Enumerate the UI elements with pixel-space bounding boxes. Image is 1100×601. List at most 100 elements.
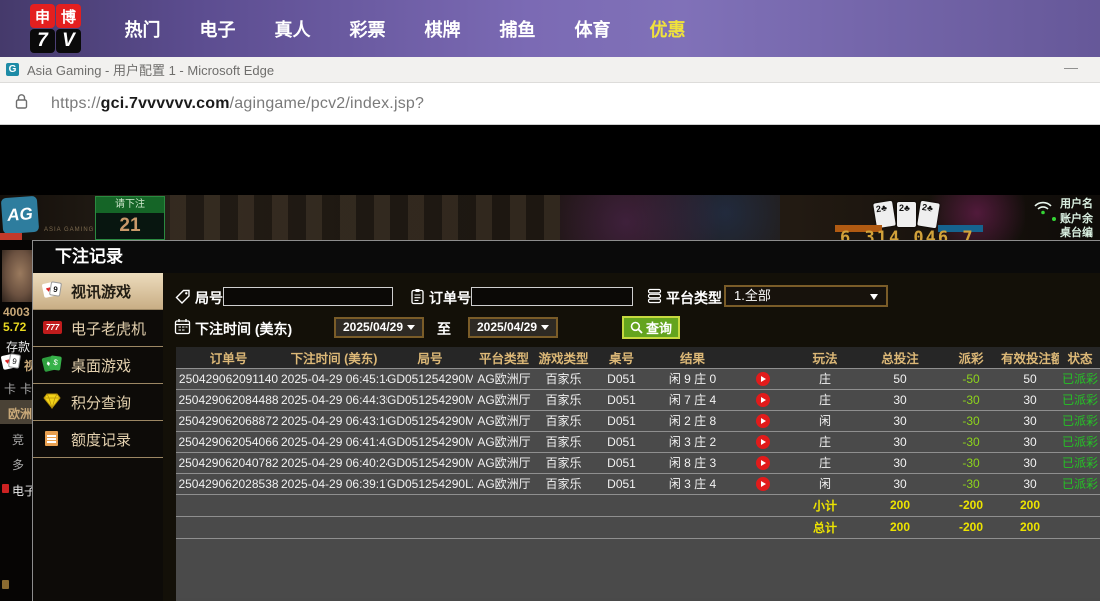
date-to-picker[interactable]: 2025/04/29 [468, 317, 558, 338]
bet-records-table: 订单号 下注时间 (美东) 局号 平台类型 游戏类型 桌号 结果 玩法 总投注 … [176, 347, 1100, 601]
logo-char: 申 [30, 4, 55, 28]
round-number-label: 局号 [195, 288, 223, 308]
balance-label: 账户余 [1060, 212, 1100, 227]
order-number-input[interactable] [471, 287, 633, 306]
menu-item-live[interactable]: 真人 [255, 16, 330, 42]
menu-item-hot[interactable]: 热门 [105, 16, 180, 42]
wifi-icon [1032, 199, 1054, 220]
table-row: 250429062028538 2025-04-29 06:39:17 GD05… [176, 473, 1100, 494]
balance-sub: 5.72 [3, 320, 26, 334]
platform-type-select[interactable]: 1.全部 [724, 285, 888, 307]
table-number-label: 桌台编 [1060, 226, 1100, 240]
modal-content: 局号 订单号 平台类型 1.全部 [163, 273, 1100, 601]
table-row: 250429062068872 2025-04-29 06:43:10 GD05… [176, 410, 1100, 431]
url-domain: gci.7vvvvvv.com [101, 95, 230, 112]
site-top-nav: 申 博 7 V 热门 电子 真人 彩票 棋牌 捕鱼 体育 优惠 [0, 0, 1100, 57]
table-games-icon: ♦$ [43, 356, 63, 374]
search-button[interactable]: 查询 [622, 316, 680, 339]
asia-gaming-logo: AG [1, 196, 39, 234]
bet-countdown: 21 [96, 213, 164, 239]
replay-button[interactable] [756, 393, 770, 407]
replay-button[interactable] [756, 456, 770, 470]
url-scheme: https:// [51, 95, 101, 112]
region-tab[interactable]: 欧洲 [0, 400, 32, 424]
logo-char: 博 [56, 4, 81, 28]
clipboard-icon [410, 288, 425, 310]
betting-records-modal: 下注记录 ♥9 视讯游戏 777 电子老虎机 ♦$ 桌面游戏 [32, 240, 1100, 601]
sidebar-item-credit-records[interactable]: 额度记录 [33, 421, 163, 458]
replay-button[interactable] [756, 435, 770, 449]
diamond-icon [43, 393, 63, 411]
sidebar-item-jing[interactable]: 竞 [12, 431, 24, 448]
chevron-down-icon [407, 325, 415, 330]
asia-gaming-logo-subtext: ASIA GAMING [44, 227, 94, 233]
banner-backdrop [170, 195, 560, 240]
page-favicon-icon: G [6, 63, 19, 76]
minimize-button[interactable]: — [1064, 59, 1078, 75]
sidebar-item-points-query[interactable]: 积分查询 [33, 384, 163, 421]
modal-title: 下注记录 [33, 241, 1100, 273]
lobby-banner: AG ASIA GAMING 请下注 21 2♣ 2♣ 2♣ 6 314 046… [0, 195, 1100, 240]
table-row: 250429062040782 2025-04-29 06:40:24 GD05… [176, 452, 1100, 473]
logo-char: V [56, 29, 81, 53]
menu-item-chess[interactable]: 棋牌 [405, 16, 480, 42]
sidebar-item-dianzi[interactable]: 电子 [12, 482, 32, 499]
replay-button[interactable] [756, 477, 770, 491]
playing-card: 2♣ [917, 201, 940, 229]
slot-mini-icon [2, 484, 9, 493]
table-row: 250429062091140 2025-04-29 06:45:14 GD05… [176, 368, 1100, 389]
logo-char: 7 [30, 29, 55, 53]
menu-item-sports[interactable]: 体育 [555, 16, 630, 42]
sidebar-item-table-games[interactable]: ♦$ 桌面游戏 [33, 347, 163, 384]
window-title: Asia Gaming - 用户配置 1 - Microsoft Edge [27, 60, 274, 79]
slot-777-icon: 777 [43, 319, 63, 337]
search-icon [630, 321, 643, 334]
asia-gaming-logo-bar [0, 233, 22, 240]
table-empty-area [176, 538, 1100, 598]
bet-countdown-panel: 请下注 21 [95, 196, 165, 240]
lock-icon[interactable] [14, 93, 29, 115]
date-from-picker[interactable]: 2025/04/29 [334, 317, 424, 338]
subtotal-row: 小计 200 -200 200 [176, 494, 1100, 516]
calendar-icon [174, 318, 191, 340]
modal-sidebar: ♥9 视讯游戏 777 电子老虎机 ♦$ 桌面游戏 积分查询 [33, 273, 163, 601]
replay-button[interactable] [756, 372, 770, 386]
balance-main: 4003 [3, 305, 30, 319]
order-number-label: 订单号 [429, 288, 471, 308]
round-number-input[interactable] [223, 287, 393, 306]
menu-item-lottery[interactable]: 彩票 [330, 16, 405, 42]
avatar [2, 250, 32, 302]
video-tab[interactable]: 视 [24, 357, 32, 374]
platform-type-label: 平台类型 [666, 288, 722, 308]
to-label: 至 [437, 319, 451, 339]
chevron-down-icon [541, 325, 549, 330]
menu-item-fishing[interactable]: 捕鱼 [480, 16, 555, 42]
url-text[interactable]: https://gci.7vvvvvv.com/agingame/pcv2/in… [51, 95, 424, 113]
bet-time-label: 下注时间 (美东) [195, 319, 292, 339]
table-row: 250429062054066 2025-04-29 06:41:42 GD05… [176, 431, 1100, 452]
sidebar-item-video-games[interactable]: ♥9 视讯游戏 [33, 273, 163, 310]
deposit-button[interactable]: 存款 [6, 338, 30, 355]
card-tab[interactable]: 卡卡 [4, 380, 32, 397]
partial-icon [2, 580, 9, 589]
main-menu: 热门 电子 真人 彩票 棋牌 捕鱼 体育 优惠 [105, 0, 705, 57]
table-header-row: 订单号 下注时间 (美东) 局号 平台类型 游戏类型 桌号 结果 玩法 总投注 … [176, 347, 1100, 368]
sidebar-item-duo[interactable]: 多 [12, 456, 24, 473]
cards-icon: ♥9 [2, 354, 22, 372]
menu-item-slots[interactable]: 电子 [180, 16, 255, 42]
table-row: 250429062084488 2025-04-29 06:44:35 GD05… [176, 389, 1100, 410]
bet-prompt: 请下注 [96, 197, 164, 213]
document-icon [43, 430, 63, 448]
tag-icon [175, 289, 191, 310]
site-logo[interactable]: 申 博 7 V [30, 4, 82, 54]
address-bar[interactable]: https://gci.7vvvvvv.com/agingame/pcv2/in… [0, 83, 1100, 125]
jackpot-counter: 6 314 046 7 [840, 228, 975, 240]
occluded-left-sidebar: 4003 5.72 存款 ♥9 视 卡卡 欧洲 竞 多 电子 [0, 240, 32, 601]
playing-card: 2♣ [897, 202, 916, 227]
chevron-down-icon [870, 294, 878, 300]
cards-icon: ♥9 [43, 282, 63, 300]
replay-button[interactable] [756, 414, 770, 428]
sidebar-item-slots[interactable]: 777 电子老虎机 [33, 310, 163, 347]
menu-item-promo[interactable]: 优惠 [630, 16, 705, 42]
window-title-bar: G Asia Gaming - 用户配置 1 - Microsoft Edge … [0, 57, 1100, 83]
